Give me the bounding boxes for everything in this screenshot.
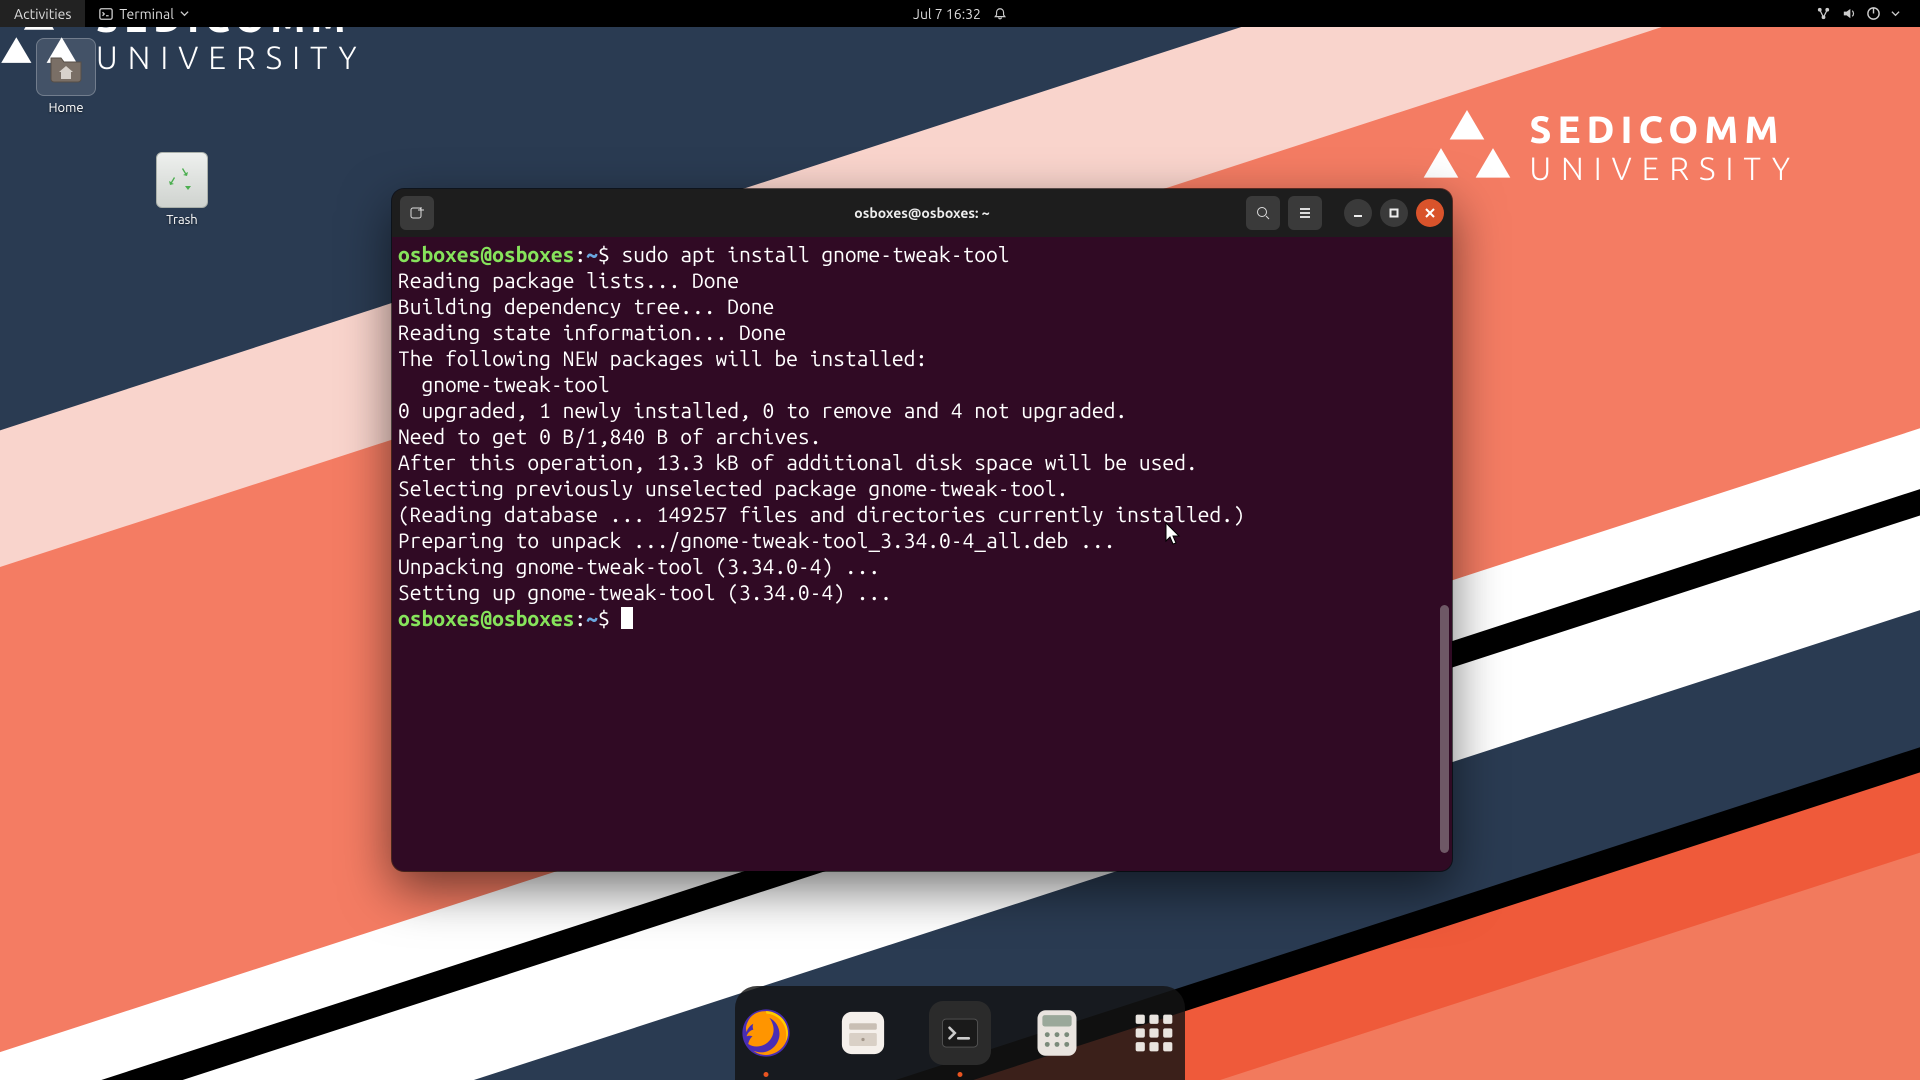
desktop-icon-home[interactable]: Home	[24, 38, 108, 115]
search-icon	[1255, 205, 1271, 221]
maximize-icon	[1388, 207, 1400, 219]
window-title: osboxes@osboxes: ~	[854, 205, 989, 221]
notifications-icon	[993, 7, 1007, 21]
terminal-viewport[interactable]: osboxes@osboxes:~$ sudo apt install gnom…	[392, 237, 1452, 635]
dock-item-firefox[interactable]	[735, 1001, 798, 1065]
terminal-scrollbar-thumb[interactable]	[1440, 605, 1449, 853]
terminal-icon	[939, 1012, 981, 1054]
app-menu-button[interactable]: Terminal	[85, 0, 203, 27]
minimize-icon	[1352, 207, 1364, 219]
volume-icon	[1841, 6, 1856, 21]
maximize-button[interactable]	[1380, 199, 1408, 227]
calculator-icon	[1031, 1007, 1083, 1059]
desktop-icon-trash[interactable]: Trash	[140, 152, 224, 227]
search-button[interactable]	[1246, 196, 1280, 230]
close-icon	[1424, 207, 1436, 219]
top-panel: Activities Terminal Jul 7 16:32	[0, 0, 1920, 27]
dock-item-calculator[interactable]	[1025, 1001, 1088, 1065]
new-tab-icon	[409, 205, 425, 221]
brand-line1: SEDICOMM	[1529, 111, 1800, 151]
folder-home-icon	[48, 50, 84, 84]
close-button[interactable]	[1416, 199, 1444, 227]
terminal-window: osboxes@osboxes: ~ osboxes@osboxes:~$ su…	[392, 189, 1452, 871]
minimize-button[interactable]	[1344, 199, 1372, 227]
dock-item-terminal[interactable]	[929, 1001, 992, 1065]
power-icon	[1866, 6, 1881, 21]
hamburger-icon	[1297, 205, 1313, 221]
apps-grid-icon	[1132, 1011, 1176, 1055]
desktop-icon-label: Home	[48, 101, 83, 115]
desktop-icon-label: Trash	[166, 213, 197, 227]
dock-item-files[interactable]	[832, 1001, 895, 1065]
system-status-area[interactable]	[1808, 6, 1908, 21]
hamburger-menu-button[interactable]	[1288, 196, 1322, 230]
clock-button[interactable]: Jul 7 16:32	[899, 0, 1021, 27]
dock-item-show-apps[interactable]	[1122, 1001, 1185, 1065]
brand-line2: UNIVERSITY	[1529, 153, 1800, 187]
chevron-down-icon	[180, 9, 189, 18]
recycle-icon	[168, 166, 196, 194]
activities-button[interactable]: Activities	[0, 0, 85, 27]
chevron-down-icon	[1891, 9, 1900, 18]
dock	[735, 986, 1185, 1080]
window-titlebar[interactable]: osboxes@osboxes: ~	[392, 189, 1452, 237]
network-icon	[1816, 6, 1831, 21]
wallpaper-brand-top: SEDICOMM UNIVERSITY	[1423, 110, 1800, 188]
firefox-icon	[739, 1006, 793, 1060]
files-icon	[837, 1007, 889, 1059]
terminal-app-icon	[99, 7, 113, 21]
new-tab-button[interactable]	[400, 196, 434, 230]
